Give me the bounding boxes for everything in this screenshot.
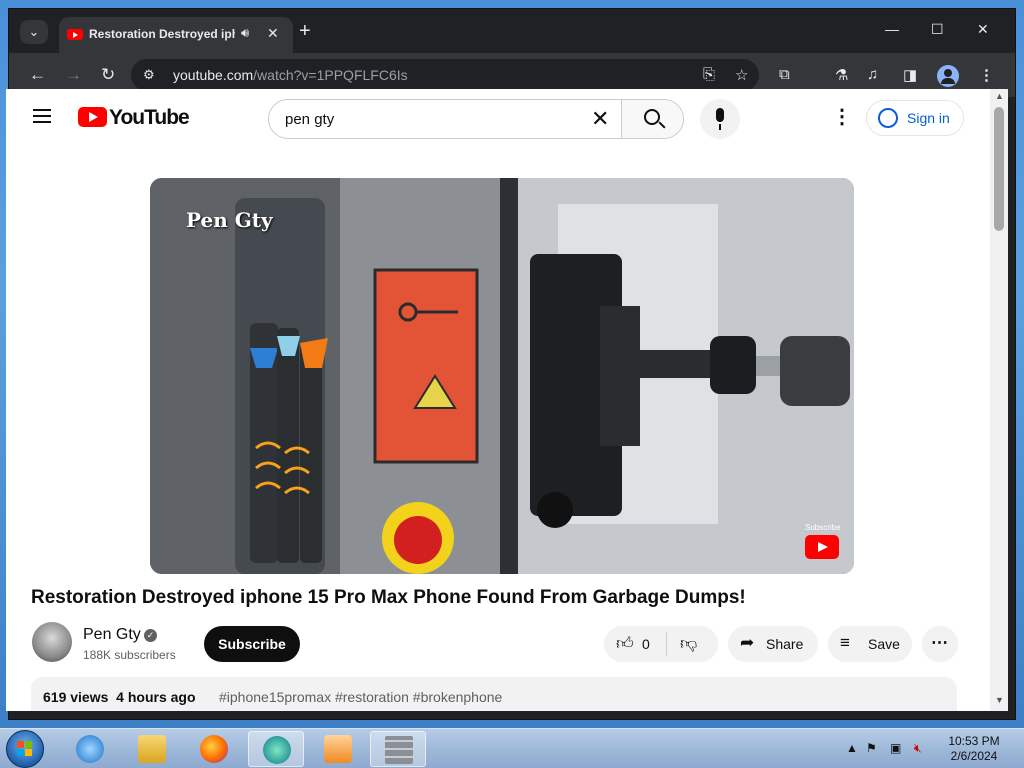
video-player[interactable]: Pen Gty Subscribe [150, 178, 854, 574]
channel-watermark: Pen Gty [186, 208, 273, 232]
scrollbar-thumb[interactable] [994, 107, 1004, 231]
tab-youtube[interactable]: Restoration Destroyed iphone 15 Pro Max … [59, 17, 293, 53]
labs-flask-icon[interactable]: ⚗ [835, 66, 848, 84]
search-icon [644, 109, 660, 125]
extensions-icon[interactable]: ⧉ [779, 66, 790, 83]
settings-more-icon[interactable]: ⋮ [832, 107, 852, 127]
edge-icon[interactable] [248, 731, 304, 767]
scroll-down-icon[interactable]: ▼ [995, 695, 1004, 705]
view-count-and-date: 619 views 4 hours ago [43, 689, 196, 705]
tab-search-button[interactable]: ⌄ [20, 20, 48, 44]
search-box: ✕ [268, 99, 684, 139]
more-actions-button[interactable]: ⋯ [922, 626, 958, 662]
verified-badge-icon: ✓ [144, 629, 157, 642]
windows-logo-icon [17, 741, 33, 757]
reload-button[interactable]: ↻ [101, 65, 115, 85]
site-info-icon[interactable]: ⚙ [143, 67, 155, 83]
video-title: Restoration Destroyed iphone 15 Pro Max … [31, 587, 746, 608]
volume-muted-icon[interactable]: 🔇︎ [914, 741, 922, 756]
page-scrollbar[interactable]: ▲ ▼ [990, 89, 1008, 711]
hashtags[interactable]: #iphone15promax #restoration #brokenphon… [219, 689, 502, 705]
explorer-icon[interactable] [124, 731, 180, 767]
system-clock[interactable]: 10:53 PM 2/6/2024 [944, 734, 1004, 764]
share-icon: ➦ [740, 633, 755, 652]
network-icon[interactable]: ▣ [890, 741, 901, 755]
more-horizontal-icon: ⋯ [931, 633, 948, 652]
subscribe-button[interactable]: Subscribe [204, 626, 300, 662]
microphone-icon [716, 108, 724, 122]
start-button[interactable] [6, 730, 44, 768]
back-button[interactable]: ← [29, 65, 46, 85]
youtube-favicon-icon [67, 29, 83, 40]
media-controls-icon[interactable]: ♫ [867, 66, 878, 83]
youtube-page: YouTube ✕ ⋮ Sign in [6, 89, 990, 711]
firefox-icon[interactable] [186, 731, 242, 767]
close-tab-icon[interactable]: ✕ [267, 25, 279, 42]
search-button[interactable] [621, 100, 683, 138]
close-window-button[interactable]: ✕ [977, 21, 989, 38]
search-input[interactable] [269, 100, 609, 138]
new-tab-button[interactable]: + [299, 21, 311, 41]
youtube-play-icon [78, 107, 107, 127]
side-panel-icon[interactable]: ◨ [903, 66, 917, 84]
address-bar[interactable]: ⚙ youtube.com/watch?v=1PPQFLFC6Is ⎘ ☆ [131, 59, 759, 91]
maximize-button[interactable]: ☐ [931, 21, 944, 38]
tab-strip: ⌄ Restoration Destroyed iphone 15 Pro Ma… [9, 9, 1015, 53]
forward-button[interactable]: → [65, 65, 82, 85]
like-button[interactable]: 👍︎ [616, 633, 634, 654]
like-count: 0 [642, 636, 650, 652]
sign-in-button[interactable]: Sign in [866, 100, 964, 136]
account-icon [878, 108, 898, 128]
subscribe-watermark-label: Subscribe [805, 523, 841, 532]
channel-avatar[interactable] [32, 622, 72, 662]
video-frame [150, 178, 854, 574]
taskbar: ▲ ⚑ ▣ 🔇︎ 10:53 PM 2/6/2024 [0, 728, 1024, 768]
like-dislike-group: 👍︎ 0 👎︎ [604, 626, 718, 662]
install-app-icon[interactable]: ⎘ [703, 66, 715, 83]
profile-avatar-icon[interactable] [937, 65, 959, 87]
show-hidden-icons[interactable]: ▲ [846, 741, 858, 755]
subscribe-watermark-icon[interactable] [805, 535, 839, 559]
dislike-button[interactable]: 👎︎ [680, 633, 697, 654]
description-box[interactable]: 619 views 4 hours ago #iphone15promax #r… [31, 677, 957, 711]
share-button[interactable]: ➦ Share [728, 626, 818, 662]
bookmark-star-icon[interactable]: ☆ [735, 66, 748, 84]
chrome-menu-icon[interactable]: ⋮ [979, 66, 994, 84]
ie-icon[interactable] [62, 731, 118, 767]
minimize-button[interactable]: — [885, 21, 899, 37]
audio-playing-icon[interactable]: 🔊︎ [241, 25, 249, 41]
scroll-up-icon[interactable]: ▲ [995, 91, 1004, 101]
masthead: YouTube ✕ ⋮ Sign in [6, 89, 990, 145]
save-button[interactable]: ≡ Save [828, 626, 912, 662]
clear-search-icon[interactable]: ✕ [591, 108, 609, 130]
action-center-flag-icon[interactable]: ⚑ [866, 741, 877, 755]
tab-title: Restoration Destroyed iphone 15 Pro Max … [89, 27, 235, 41]
media-player-icon[interactable] [310, 731, 366, 767]
guide-menu-icon[interactable] [33, 109, 51, 123]
save-playlist-icon: ≡ [840, 633, 850, 652]
url-text[interactable]: youtube.com/watch?v=1PPQFLFC6Is [173, 67, 408, 83]
subscriber-count: 188K subscribers [83, 648, 176, 662]
channel-name[interactable]: Pen Gty [83, 626, 141, 644]
firewall-icon[interactable] [370, 731, 426, 767]
voice-search-button[interactable] [700, 99, 740, 139]
